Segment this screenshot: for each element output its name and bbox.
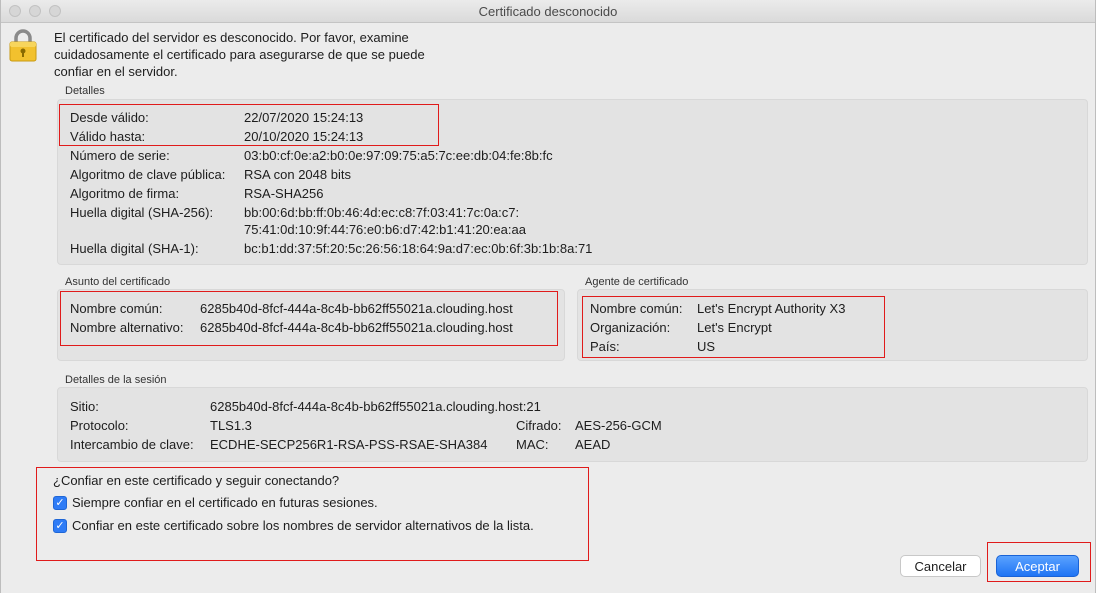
window-title: Certificado desconocido	[478, 4, 618, 19]
title-bar: Certificado desconocido	[1, 0, 1095, 23]
pubkey-label: Algoritmo de clave pública:	[70, 167, 226, 182]
padlock-icon	[7, 28, 39, 62]
sha256-value-line-2: 75:41:0d:10:9f:44:76:e0:b6:d7:42:b1:41:2…	[244, 222, 526, 237]
intro-line-2: cuidadosamente el certificado para asegu…	[54, 47, 425, 62]
mac-value: AEAD	[575, 437, 611, 452]
protocol-value: TLS1.3	[210, 418, 252, 433]
always-trust-label: Siempre confiar en el certificado en fut…	[72, 495, 378, 510]
serial-label: Número de serie:	[70, 148, 170, 163]
validity-highlight	[59, 104, 439, 146]
subject-highlight	[60, 291, 558, 346]
issuer-highlight	[582, 296, 885, 358]
always-trust-checkbox[interactable]: ✓ Siempre confiar en el certificado en f…	[53, 495, 378, 510]
serial-value: 03:b0:cf:0e:a2:b0:0e:97:09:75:a5:7c:ee:d…	[244, 148, 553, 163]
subject-group-label: Asunto del certificado	[65, 276, 171, 288]
sha1-label: Huella digital (SHA-1):	[70, 241, 199, 256]
issuer-group-label: Agente de certificado	[585, 276, 689, 288]
site-value: 6285b40d-8fcf-444a-8c4b-bb62ff55021a.clo…	[210, 399, 541, 414]
intro-line-3: confiar en el servidor.	[54, 64, 178, 79]
sha1-value: bc:b1:dd:37:5f:20:5c:26:56:18:64:9a:d7:e…	[244, 241, 593, 256]
certificate-dialog: Certificado desconocido El certificado d…	[0, 0, 1096, 593]
details-group-label: Detalles	[65, 85, 105, 97]
checkmark-icon[interactable]: ✓	[53, 495, 67, 510]
trust-alt-names-checkbox[interactable]: ✓ Confiar en este certificado sobre los …	[53, 518, 534, 533]
accept-button[interactable]: Aceptar	[996, 555, 1079, 577]
signature-value: RSA-SHA256	[244, 186, 324, 201]
cipher-label: Cifrado:	[516, 418, 562, 433]
protocol-label: Protocolo:	[70, 418, 129, 433]
mac-label: MAC:	[516, 437, 549, 452]
session-group-label: Detalles de la sesión	[65, 374, 167, 386]
sha256-value-line-1: bb:00:6d:bb:ff:0b:46:4d:ec:c8:7f:03:41:7…	[244, 205, 520, 220]
kex-value: ECDHE-SECP256R1-RSA-PSS-RSAE-SHA384	[210, 437, 488, 452]
intro-line-1: El certificado del servidor es desconoci…	[54, 30, 409, 45]
signature-label: Algoritmo de firma:	[70, 186, 180, 201]
trust-question: ¿Confiar en este certificado y seguir co…	[53, 473, 340, 488]
intro-text: El certificado del servidor es desconoci…	[54, 29, 474, 80]
site-label: Sitio:	[70, 399, 99, 414]
cancel-button[interactable]: Cancelar	[900, 555, 981, 577]
kex-label: Intercambio de clave:	[70, 437, 194, 452]
cipher-value: AES-256-GCM	[575, 418, 662, 433]
pubkey-value: RSA con 2048 bits	[244, 167, 351, 182]
sha256-label: Huella digital (SHA-256):	[70, 205, 214, 220]
checkmark-icon[interactable]: ✓	[53, 518, 67, 533]
trust-alt-names-label: Confiar en este certificado sobre los no…	[72, 518, 534, 533]
